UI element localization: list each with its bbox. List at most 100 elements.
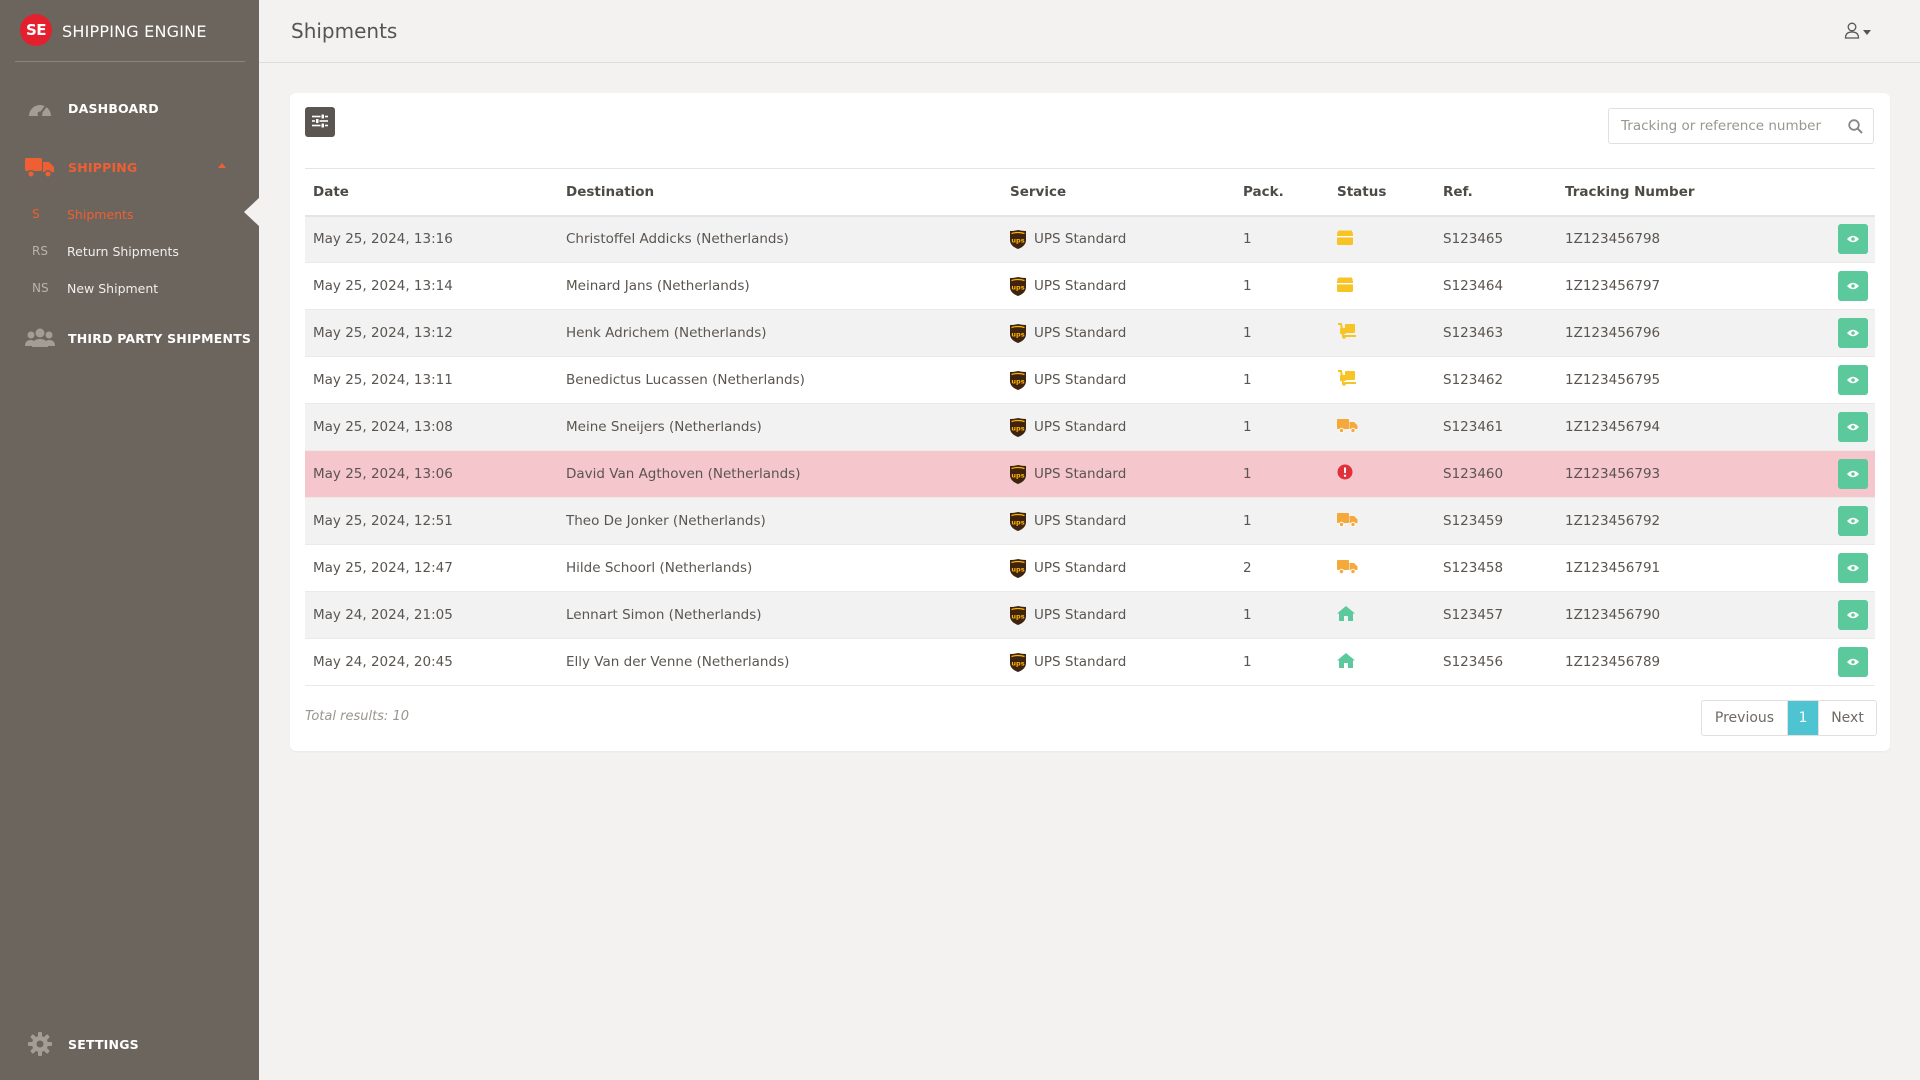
column-header-tracking[interactable]: Tracking Number (1557, 168, 1757, 217)
nav-shipping[interactable]: SHIPPING (0, 152, 259, 182)
nav-third-party-shipments[interactable]: THIRD PARTY SHIPMENTS (0, 323, 259, 353)
next-page-button[interactable]: Next (1818, 701, 1876, 735)
column-header-service[interactable]: Service (1002, 168, 1235, 217)
error-icon (1337, 464, 1353, 484)
view-shipment-button[interactable] (1838, 506, 1868, 536)
table-row[interactable]: May 25, 2024, 13:16 Christoffel Addicks (… (305, 215, 1875, 263)
cell-status (1329, 262, 1435, 310)
cell-ref: S123463 (1435, 309, 1557, 357)
cell-ref: S123462 (1435, 356, 1557, 404)
cell-actions (1757, 591, 1875, 639)
sub-label: New Shipment (67, 280, 159, 296)
ups-logo-icon: ups (1010, 229, 1026, 249)
ups-logo-icon: ups (1010, 558, 1026, 578)
cell-pack: 1 (1235, 450, 1329, 498)
cell-destination: Henk Adrichem (Netherlands) (558, 309, 1002, 357)
cell-ref: S123465 (1435, 215, 1557, 263)
pagination: Previous 1 Next (1701, 700, 1877, 736)
view-shipment-button[interactable] (1838, 412, 1868, 442)
nav-settings[interactable]: SETTINGS (0, 1029, 259, 1059)
cell-date: May 24, 2024, 20:45 (305, 638, 558, 686)
eye-icon (1847, 419, 1859, 435)
cell-service: ups UPS Standard (1002, 450, 1235, 498)
nav-dashboard[interactable]: DASHBOARD (0, 93, 259, 123)
sidebar-item-new-shipment[interactable]: NS New Shipment (0, 276, 259, 300)
table-row[interactable]: May 25, 2024, 13:06 David Van Agthoven (N… (305, 450, 1875, 498)
table-row[interactable]: May 25, 2024, 13:14 Meinard Jans (Netherl… (305, 262, 1875, 310)
sliders-icon (312, 113, 328, 132)
cell-tracking: 1Z123456794 (1557, 403, 1757, 451)
service-name: UPS Standard (1034, 278, 1127, 294)
view-shipment-button[interactable] (1838, 271, 1868, 301)
page-1-button[interactable]: 1 (1788, 701, 1818, 735)
table-row[interactable]: May 25, 2024, 12:47 Hilde Schoorl (Nether… (305, 544, 1875, 592)
cell-date: May 25, 2024, 13:12 (305, 309, 558, 357)
cell-status (1329, 215, 1435, 263)
eye-icon (1847, 654, 1859, 670)
cell-destination: Christoffel Addicks (Netherlands) (558, 215, 1002, 263)
eye-icon (1847, 231, 1859, 247)
search-input[interactable] (1621, 118, 1831, 134)
view-shipment-button[interactable] (1838, 318, 1868, 348)
cell-pack: 1 (1235, 309, 1329, 357)
table-row[interactable]: May 25, 2024, 12:51 Theo De Jonker (Nethe… (305, 497, 1875, 545)
column-header-status[interactable]: Status (1329, 168, 1435, 217)
ups-logo-icon: ups (1010, 370, 1026, 390)
view-shipment-button[interactable] (1838, 365, 1868, 395)
search-icon[interactable] (1848, 119, 1863, 138)
sub-abbr: S (32, 207, 40, 221)
cell-service: ups UPS Standard (1002, 544, 1235, 592)
table-row[interactable]: May 25, 2024, 13:08 Meine Sneijers (Nethe… (305, 403, 1875, 451)
svg-text:ups: ups (1011, 612, 1024, 620)
column-header-pack[interactable]: Pack. (1235, 168, 1329, 217)
user-menu-button[interactable] (1844, 22, 1871, 43)
chevron-down-icon (1863, 30, 1871, 35)
gear-icon (24, 1031, 56, 1057)
previous-page-button[interactable]: Previous (1702, 701, 1788, 735)
package-icon (1337, 230, 1353, 249)
service-name: UPS Standard (1034, 372, 1127, 388)
search-box (1608, 108, 1874, 144)
filter-button[interactable] (305, 107, 335, 137)
view-shipment-button[interactable] (1838, 647, 1868, 677)
table-row[interactable]: May 24, 2024, 21:05 Lennart Simon (Nether… (305, 591, 1875, 639)
sub-abbr: NS (32, 281, 49, 295)
table-row[interactable]: May 25, 2024, 13:11 Benedictus Lucassen (… (305, 356, 1875, 404)
cell-actions (1757, 638, 1875, 686)
service-name: UPS Standard (1034, 466, 1127, 482)
cell-tracking: 1Z123456798 (1557, 215, 1757, 263)
chevron-up-icon (218, 163, 226, 168)
svg-text:ups: ups (1011, 659, 1024, 667)
table-row[interactable]: May 25, 2024, 13:12 Henk Adrichem (Nether… (305, 309, 1875, 357)
cell-actions (1757, 262, 1875, 310)
ups-logo-icon: ups (1010, 605, 1026, 625)
nav-label-shipping: SHIPPING (68, 159, 138, 175)
truck-icon (1337, 512, 1358, 531)
view-shipment-button[interactable] (1838, 224, 1868, 255)
cell-ref: S123456 (1435, 638, 1557, 686)
cell-destination: Lennart Simon (Netherlands) (558, 591, 1002, 639)
cell-pack: 1 (1235, 638, 1329, 686)
view-shipment-button[interactable] (1838, 553, 1868, 583)
cell-date: May 25, 2024, 13:06 (305, 450, 558, 498)
svg-text:ups: ups (1011, 330, 1024, 338)
cell-tracking: 1Z123456793 (1557, 450, 1757, 498)
cell-pack: 1 (1235, 403, 1329, 451)
svg-text:ups: ups (1011, 424, 1024, 432)
cell-ref: S123457 (1435, 591, 1557, 639)
column-header-ref[interactable]: Ref. (1435, 168, 1557, 217)
sidebar-item-return-shipments[interactable]: RS Return Shipments (0, 239, 259, 263)
view-shipment-button[interactable] (1838, 459, 1868, 489)
column-header-destination[interactable]: Destination (558, 168, 1002, 217)
sidebar-item-shipments[interactable]: S Shipments (0, 202, 259, 226)
cell-actions (1757, 544, 1875, 592)
brand[interactable]: SE SHIPPING ENGINE (15, 12, 245, 62)
service-name: UPS Standard (1034, 513, 1127, 529)
column-header-date[interactable]: Date (305, 168, 558, 217)
cell-destination: Elly Van der Venne (Netherlands) (558, 638, 1002, 686)
sub-abbr: RS (32, 244, 48, 258)
cell-tracking: 1Z123456797 (1557, 262, 1757, 310)
svg-text:ups: ups (1011, 471, 1024, 479)
table-row[interactable]: May 24, 2024, 20:45 Elly Van der Venne (N… (305, 638, 1875, 686)
view-shipment-button[interactable] (1838, 600, 1868, 630)
